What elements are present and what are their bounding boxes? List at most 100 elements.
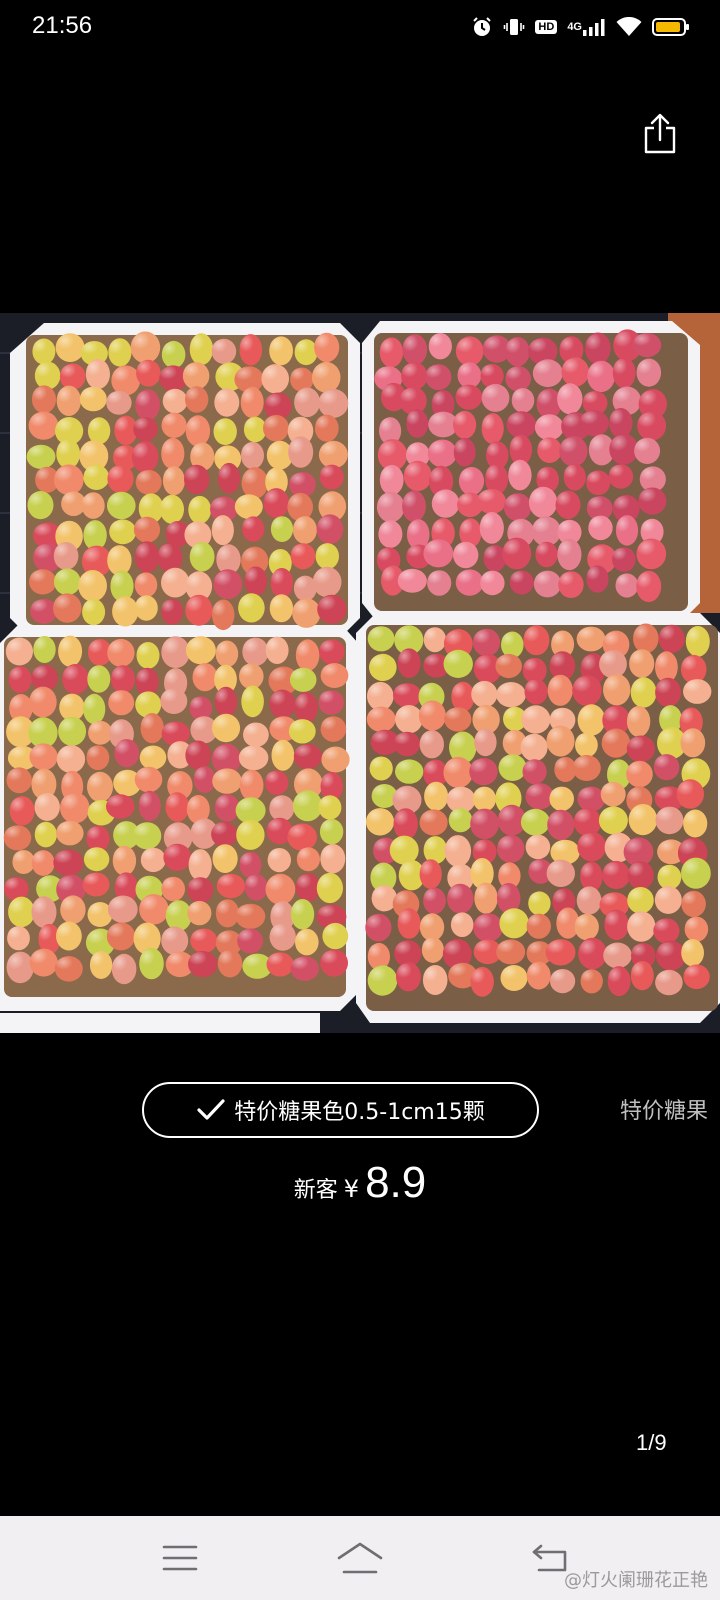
- succulent-pebble-highlight: [107, 546, 128, 568]
- succulent-pebble-highlight: [574, 809, 597, 829]
- succulent-pebble-highlight: [289, 719, 312, 737]
- succulent-pebble-highlight: [237, 821, 260, 843]
- succulent-pebble-highlight: [551, 840, 575, 858]
- succulent-pebble-highlight: [377, 493, 400, 515]
- succulent-pebble-highlight: [682, 759, 706, 782]
- share-button[interactable]: [640, 112, 680, 156]
- succulent-pebble-highlight: [88, 902, 108, 921]
- succulent-pebble-highlight: [186, 572, 208, 594]
- succulent-pebble-highlight: [243, 954, 268, 972]
- succulent-pebble-highlight: [164, 823, 188, 846]
- succulent-pebble-highlight: [216, 545, 237, 568]
- succulent-pebble-highlight: [368, 944, 386, 964]
- succulent-pebble-highlight: [474, 729, 493, 749]
- succulent-pebble-highlight: [270, 569, 289, 591]
- succulent-pebble-highlight: [9, 667, 28, 687]
- succulent-pebble-highlight: [473, 629, 496, 650]
- succulent-pebble-highlight: [293, 517, 313, 537]
- succulent-pebble-highlight: [684, 917, 704, 935]
- price-prefix: 新客: [293, 1178, 338, 1203]
- succulent-pebble-highlight: [481, 414, 500, 437]
- succulent-pebble-highlight: [6, 638, 29, 659]
- succulent-pebble-highlight: [508, 461, 528, 483]
- succulent-pebble-highlight: [526, 784, 550, 803]
- succulent-pebble-highlight: [394, 941, 417, 960]
- succulent-pebble-highlight: [263, 415, 285, 435]
- network-type: 4G: [567, 21, 582, 33]
- succulent-pebble-highlight: [503, 707, 523, 725]
- succulent-pebble-highlight: [81, 341, 104, 359]
- succulent-pebble-highlight: [136, 643, 156, 662]
- succulent-pebble-highlight: [447, 885, 469, 907]
- succulent-pebble-highlight: [58, 637, 78, 660]
- succulent-pebble-highlight: [503, 539, 527, 562]
- succulent-pebble-highlight: [499, 755, 522, 774]
- succulent-pebble-highlight: [547, 811, 570, 833]
- succulent-pebble-highlight: [186, 637, 211, 658]
- share-icon: [644, 113, 676, 154]
- succulent-pebble-highlight: [32, 898, 52, 921]
- succulent-pebble-highlight: [164, 844, 187, 864]
- succulent-pebble-highlight: [524, 626, 545, 648]
- succulent-pebble-highlight: [62, 665, 85, 687]
- succulent-pebble-highlight: [185, 387, 205, 406]
- succulent-pebble-highlight: [577, 627, 601, 645]
- succulent-pebble-highlight: [82, 547, 107, 570]
- succulent-pebble-highlight: [380, 338, 399, 360]
- succulent-pebble-highlight: [445, 836, 467, 860]
- page-indicator: 1/9: [636, 1430, 667, 1455]
- succulent-pebble-highlight: [30, 949, 53, 970]
- succulent-pebble-highlight: [554, 757, 573, 776]
- succulent-pebble-highlight: [84, 465, 105, 484]
- succulent-pebble-highlight: [32, 665, 54, 685]
- menu-button[interactable]: [156, 1536, 204, 1580]
- succulent-pebble-highlight: [474, 914, 498, 935]
- succulent-pebble-highlight: [8, 898, 30, 920]
- succulent-pebble-highlight: [627, 736, 651, 756]
- succulent-pebble-highlight: [242, 517, 261, 535]
- battery-icon: [652, 17, 690, 37]
- succulent-pebble-highlight: [423, 966, 444, 988]
- variant-option-label: 特价糖果色0.5-1cm15颗: [234, 1100, 485, 1125]
- succulent-pebble-highlight: [80, 387, 103, 405]
- succulent-pebble-highlight: [546, 940, 571, 959]
- succulent-pebble-highlight: [216, 900, 235, 921]
- succulent-pebble-highlight: [213, 845, 234, 866]
- succulent-pebble-highlight: [497, 940, 521, 958]
- variant-option-selected[interactable]: 特价糖果色0.5-1cm15颗: [142, 1082, 539, 1138]
- succulent-pebble-highlight: [317, 874, 339, 896]
- succulent-pebble-highlight: [218, 464, 236, 487]
- home-button[interactable]: [336, 1536, 384, 1580]
- succulent-pebble-highlight: [529, 488, 553, 511]
- succulent-pebble-highlight: [655, 786, 680, 805]
- succulent-pebble-highlight: [575, 733, 594, 751]
- succulent-pebble-highlight: [548, 676, 569, 699]
- succulent-pebble-highlight: [322, 923, 344, 943]
- succulent-pebble-highlight: [449, 963, 473, 982]
- succulent-pebble-highlight: [607, 967, 627, 989]
- succulent-pebble-highlight: [190, 335, 209, 358]
- price-value: 8.9: [365, 1158, 427, 1207]
- succulent-pebble-highlight: [429, 467, 449, 490]
- succulent-pebble-highlight: [270, 690, 291, 711]
- succulent-pebble-highlight: [215, 795, 235, 815]
- succulent-pebble-highlight: [523, 658, 543, 677]
- product-photo[interactable]: [0, 313, 720, 1033]
- succulent-pebble-highlight: [603, 706, 626, 728]
- succulent-pebble-highlight: [501, 632, 520, 652]
- succulent-pebble-highlight: [265, 771, 285, 789]
- succulent-pebble-highlight: [108, 690, 130, 709]
- succulent-pebble-highlight: [212, 715, 236, 735]
- succulent-pebble-highlight: [423, 654, 446, 672]
- succulent-pebble-highlight: [242, 638, 264, 659]
- succulent-pebble-highlight: [396, 963, 417, 984]
- succulent-pebble-highlight: [187, 901, 207, 919]
- succulent-pebble-highlight: [453, 412, 472, 432]
- succulent-pebble-highlight: [429, 334, 448, 353]
- succulent-pebble-highlight: [456, 337, 479, 359]
- succulent-pebble-highlight: [57, 387, 77, 409]
- succulent-pebble-highlight: [163, 389, 184, 407]
- succulent-pebble-highlight: [631, 678, 652, 701]
- succulent-pebble-highlight: [53, 594, 77, 616]
- variant-option-next[interactable]: 特价糖果: [620, 1093, 708, 1125]
